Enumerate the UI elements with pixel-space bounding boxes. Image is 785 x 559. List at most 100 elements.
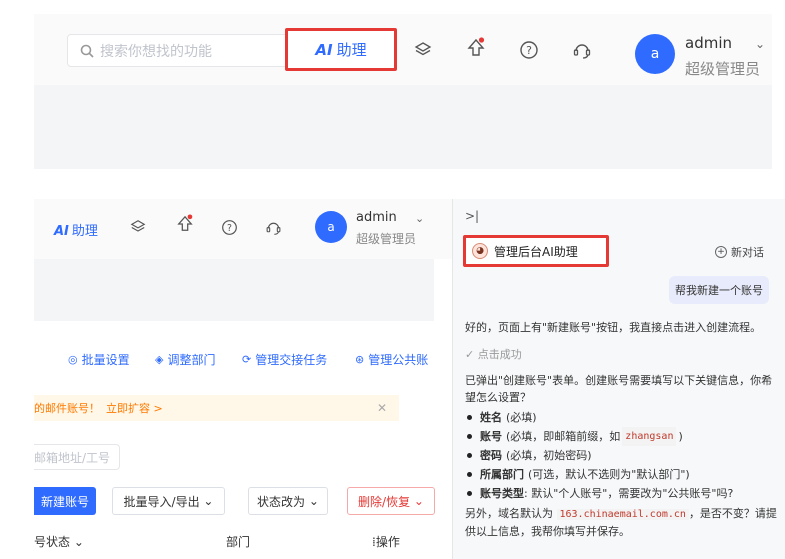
batch-settings-button[interactable]: ◎ 批量设置 <box>68 351 130 368</box>
dept-column-header: 部门 <box>226 535 251 549</box>
handover-tasks-label: 管理交接任务 <box>255 353 328 367</box>
field-name: 密码 <box>480 449 502 462</box>
user-icon: ⊛ <box>355 353 365 366</box>
assistant-avatar-icon: ◕ <box>472 243 488 259</box>
import-export-label: 批量导入/导出 <box>123 494 200 509</box>
delete-restore-button[interactable]: 删除/恢复 ⌄ <box>347 487 435 515</box>
domain-code: 163.chinaemail.com.cn <box>556 509 689 520</box>
chevron-down-icon: ⌄ <box>413 494 424 508</box>
expand-capacity-link[interactable]: 立即扩容 > <box>106 400 163 416</box>
username[interactable]: admin <box>356 210 397 225</box>
field-desc: (必填) <box>506 411 537 424</box>
delete-restore-label: 删除/恢复 <box>358 494 411 509</box>
subheader <box>34 259 434 321</box>
main-content-panel: AI 助理 ? a admin ⌄ 超级管理员 ◎ 批量设置 ◈ 调整部门 ⟳ 管理交接… <box>34 199 452 559</box>
new-chat-button[interactable]: + 新对话 <box>715 244 764 260</box>
field-tail: ) <box>678 430 683 443</box>
assistant-reply: 另外，域名默认为 163.chinaemail.com.cn ，是否不变？请提供以… <box>465 505 777 540</box>
status-success: ✓ 点击成功 <box>465 346 522 362</box>
list-item: 密码 (必填，初始密码) <box>467 446 779 465</box>
layers-icon[interactable] <box>413 40 433 60</box>
change-status-button[interactable]: 状态改为 ⌄ <box>248 487 328 515</box>
new-account-button[interactable]: 新建账号 <box>34 487 96 515</box>
header-bar: AI 助理 ? a admin ⌄ 超级管理员 <box>34 199 452 259</box>
ops-column-header: ⁞操作 <box>372 533 400 550</box>
plus-icon: + <box>715 246 727 258</box>
handover-tasks-button[interactable]: ⟳ 管理交接任务 <box>242 351 327 368</box>
field-desc: : 默认"个人账号"，需要改为"公共账号"吗? <box>524 487 734 500</box>
list-item: 账号类型: 默认"个人账号"，需要改为"公共账号"吗? <box>467 484 779 503</box>
help-icon[interactable]: ? <box>519 40 539 60</box>
help-icon[interactable]: ? <box>219 217 239 237</box>
search-input[interactable]: 邮箱地址/工号 <box>34 444 120 470</box>
adjust-dept-button[interactable]: ◈ 调整部门 <box>155 351 215 368</box>
upgrade-icon[interactable] <box>466 37 486 58</box>
required-fields-list: 姓名 (必填) 账号 (必填，即邮箱前缀，如 zhangsan) 密码 (必填，初始密码… <box>467 408 779 503</box>
reply-text: 另外，域名默认为 <box>465 507 553 520</box>
svg-text:?: ? <box>227 222 232 233</box>
chevron-down-icon[interactable]: ⌄ <box>755 37 765 51</box>
chevron-down-icon[interactable]: ⌄ <box>415 212 424 225</box>
new-chat-label: 新对话 <box>731 246 764 259</box>
username[interactable]: admin <box>685 34 732 52</box>
batch-settings-label: 批量设置 <box>81 353 130 367</box>
ai-assistant-button[interactable]: AI 助理 <box>54 220 98 239</box>
close-icon[interactable]: ✕ <box>377 401 387 415</box>
assistant-title-text: 管理后台AI助理 <box>494 244 578 259</box>
avatar[interactable]: a <box>635 34 675 74</box>
user-role: 超级管理员 <box>356 232 417 246</box>
import-export-button[interactable]: 批量导入/导出 ⌄ <box>112 487 225 515</box>
field-name: 账号类型 <box>480 487 524 500</box>
layers-icon[interactable] <box>128 217 148 237</box>
ai-prefix: AI <box>54 224 69 239</box>
field-name: 姓名 <box>480 411 502 424</box>
settings-icon: ◎ <box>68 353 78 366</box>
layers-icon: ◈ <box>155 353 164 366</box>
ai-assistant-label: 助理 <box>336 41 367 59</box>
headset-icon[interactable] <box>263 217 283 237</box>
check-icon: ✓ <box>465 348 475 361</box>
capacity-banner: 的邮件账号！ 立即扩容 > ✕ <box>34 395 399 421</box>
chevron-down-icon: ⌄ <box>308 494 319 508</box>
list-item: 所属部门 (可选，默认不选则为"默认部门") <box>467 465 779 484</box>
action-toolbar: ◎ 批量设置 ◈ 调整部门 ⟳ 管理交接任务 ⊛ 管理公共账 <box>34 347 452 369</box>
ai-assistant-button[interactable]: AI 助理 <box>285 28 397 71</box>
field-desc: (必填，即邮箱前缀，如 <box>506 430 621 443</box>
user-role: 超级管理员 <box>685 60 761 78</box>
collapse-panel-icon[interactable]: >| <box>465 209 479 223</box>
ai-assistant-label: 助理 <box>71 224 98 239</box>
refresh-icon: ⟳ <box>242 353 252 366</box>
list-item: 姓名 (必填) <box>467 408 779 427</box>
svg-text:?: ? <box>526 44 532 57</box>
search-icon <box>80 44 94 58</box>
field-name: 账号 <box>480 430 502 443</box>
user-message: 帮我新建一个账号 <box>669 276 769 304</box>
avatar[interactable]: a <box>315 211 347 243</box>
field-desc: (必填，初始密码) <box>506 449 592 462</box>
status-column-header[interactable]: 号状态 ⌄ <box>34 533 84 550</box>
adjust-dept-label: 调整部门 <box>167 353 216 367</box>
assistant-title: ◕ 管理后台AI助理 <box>463 235 609 267</box>
search-placeholder: 搜索你想找的功能 <box>100 43 212 60</box>
headset-icon[interactable] <box>572 40 592 60</box>
upgrade-icon[interactable] <box>175 214 195 234</box>
top-header-panel: 搜索你想找的功能 AI 助理 ? a admin ⌄ 超级管理员 <box>34 14 772 169</box>
field-name: 所属部门 <box>480 468 524 481</box>
status-header-label: 号状态 <box>34 535 71 549</box>
field-code: zhangsan <box>622 427 677 446</box>
ops-header-label: 操作 <box>375 535 400 549</box>
public-accounts-button[interactable]: ⊛ 管理公共账 <box>355 351 428 368</box>
top-header-bar: 搜索你想找的功能 AI 助理 ? a admin ⌄ 超级管理员 <box>34 14 772 85</box>
assistant-reply: 已弹出"创建账号"表单。创建账号需要填写以下关键信息，你希望怎么设置？ <box>465 374 773 404</box>
change-status-label: 状态改为 <box>257 494 306 509</box>
public-accounts-label: 管理公共账 <box>368 353 429 367</box>
field-desc: (可选，默认不选则为"默认部门") <box>528 468 690 481</box>
top-subheader <box>34 85 772 169</box>
table-header: 号状态 ⌄ 部门 ⁞操作 <box>34 529 452 553</box>
assistant-reply: 好的，页面上有"新建账号"按钮，我直接点击进入创建流程。 <box>465 321 762 334</box>
list-item: 账号 (必填，即邮箱前缀，如 zhangsan) <box>467 427 779 446</box>
chevron-down-icon: ⌄ <box>203 494 214 508</box>
chevron-down-icon: ⌄ <box>73 535 84 549</box>
ai-assistant-panel: >| ◕ 管理后台AI助理 + 新对话 帮我新建一个账号 好的，页面上有"新建账… <box>452 199 785 559</box>
success-label: 点击成功 <box>477 348 522 361</box>
